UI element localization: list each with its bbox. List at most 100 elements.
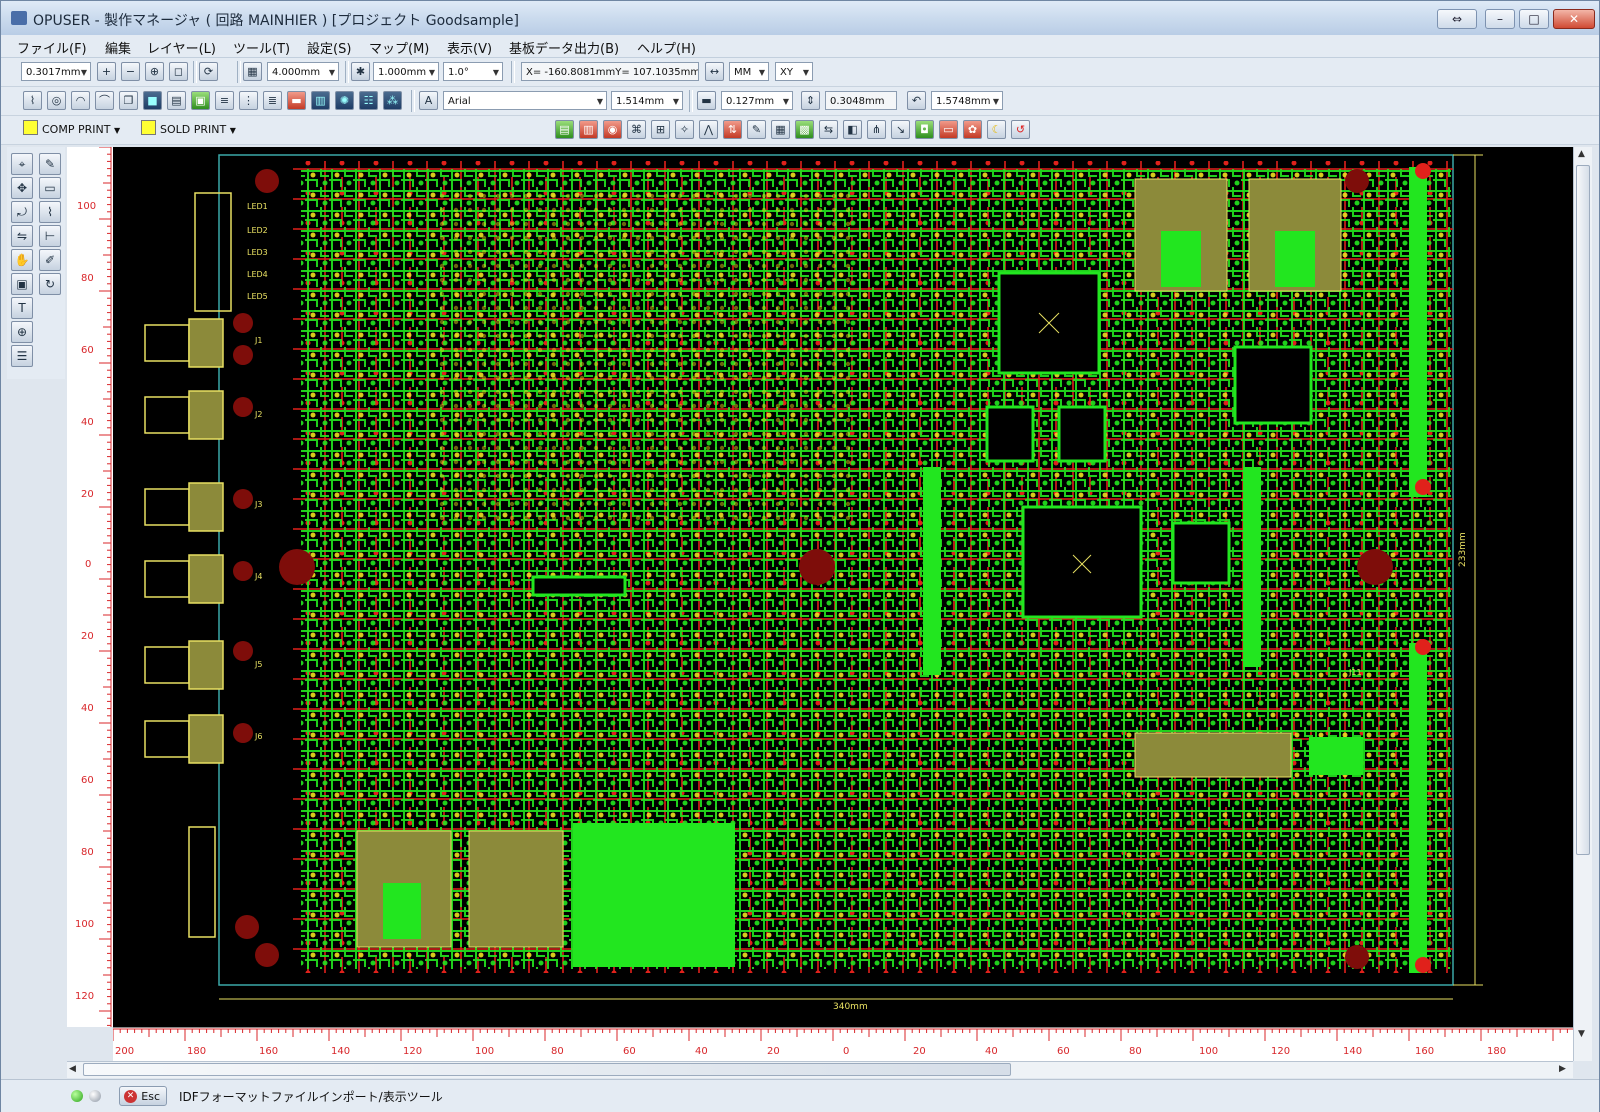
- fill-icon[interactable]: ■: [143, 91, 162, 110]
- layer-tool-icon[interactable]: ▦: [771, 120, 790, 139]
- array-icon[interactable]: ⋮: [239, 91, 258, 110]
- line-width-select[interactable]: 0.127mm ▼: [721, 91, 793, 110]
- menu-settings[interactable]: 設定(S): [307, 38, 351, 57]
- text-size-icon[interactable]: A: [419, 91, 438, 110]
- layer-tool-icon[interactable]: ✎: [747, 120, 766, 139]
- bus-icon[interactable]: ≣: [263, 91, 282, 110]
- escape-button[interactable]: ✕ Esc: [119, 1086, 167, 1106]
- arc-radius-icon[interactable]: ↶: [907, 91, 926, 110]
- via-icon[interactable]: ◎: [47, 91, 66, 110]
- menu-edit[interactable]: 編集: [105, 38, 131, 57]
- align-icon[interactable]: ≡: [215, 91, 234, 110]
- layer-tool-icon[interactable]: ⊞: [651, 120, 670, 139]
- zoom-out-icon[interactable]: −: [121, 62, 140, 81]
- component-icon[interactable]: ▣: [191, 91, 210, 110]
- select-tool-icon[interactable]: ⌖: [11, 153, 33, 175]
- layer-tool-icon[interactable]: ▤: [555, 120, 574, 139]
- mirror-tool-icon[interactable]: ⇋: [11, 225, 33, 247]
- pcb-canvas[interactable]: 340mm 233mm LED1 LED2 LED3 LED4 LED5 J1 …: [113, 147, 1573, 1027]
- measure-icon[interactable]: ↔: [705, 62, 724, 81]
- text-size-select[interactable]: 1.514mm ▼: [611, 91, 683, 110]
- route-icon[interactable]: ⌇: [23, 91, 42, 110]
- layer-color-swatch: [141, 120, 156, 135]
- sold-print-layer-select[interactable]: SOLD PRINT ▼: [141, 120, 236, 139]
- zoom-window-icon[interactable]: ⊕: [145, 62, 164, 81]
- net-icon[interactable]: ☷: [359, 91, 378, 110]
- layer-stack-icon[interactable]: ▥: [311, 91, 330, 110]
- drc-icon[interactable]: ▬: [287, 91, 306, 110]
- axis-select[interactable]: XY ▼: [775, 62, 813, 81]
- zoom-in-icon[interactable]: +: [97, 62, 116, 81]
- rotate-tool-icon[interactable]: ⤾: [11, 201, 33, 223]
- snap-icon[interactable]: ✱: [351, 62, 370, 81]
- folder-tool-icon[interactable]: ▭: [39, 177, 61, 199]
- zoom-fit-icon[interactable]: ◻: [169, 62, 188, 81]
- arc-radius-select[interactable]: 1.5748mm ▼: [931, 91, 1003, 110]
- move-tool-icon[interactable]: ✥: [11, 177, 33, 199]
- layer-tool-icon[interactable]: ◉: [603, 120, 622, 139]
- layer-tool-icon[interactable]: ↺: [1011, 120, 1030, 139]
- line-width-icon[interactable]: ▬: [697, 91, 716, 110]
- pen-tool-icon[interactable]: ✎: [39, 153, 61, 175]
- menu-tools[interactable]: ツール(T): [233, 38, 290, 57]
- grid-size-select[interactable]: 4.000mm ▼: [267, 62, 339, 81]
- scroll-right-icon[interactable]: ▶: [1559, 1064, 1566, 1074]
- horizontal-scroll-thumb[interactable]: [83, 1063, 1011, 1076]
- menu-view[interactable]: 表示(V): [447, 38, 492, 57]
- scroll-up-icon[interactable]: ▲: [1578, 149, 1585, 159]
- text-tool-icon[interactable]: T: [11, 297, 33, 319]
- pcb-layout-view[interactable]: 340mm 233mm LED1 LED2 LED3 LED4 LED5 J1 …: [113, 147, 1573, 1027]
- copy-icon[interactable]: ❐: [119, 91, 138, 110]
- pad-icon[interactable]: ✺: [335, 91, 354, 110]
- layer-tool-icon[interactable]: ▩: [795, 120, 814, 139]
- measure-tool-icon[interactable]: ⊢: [39, 225, 61, 247]
- restore-down-button[interactable]: ⇔: [1437, 9, 1477, 29]
- vertical-scrollbar[interactable]: ▲ ▼: [1573, 147, 1592, 1061]
- clearance-icon[interactable]: ⇕: [801, 91, 820, 110]
- jumper-icon[interactable]: ⌒: [95, 91, 114, 110]
- layer-tool-icon[interactable]: ◧: [843, 120, 862, 139]
- refresh-view-icon[interactable]: ⟳: [199, 62, 218, 81]
- layer-tool-icon[interactable]: ⇅: [723, 120, 742, 139]
- layer-tool-icon[interactable]: ☰: [11, 345, 33, 367]
- layer-tool-icon[interactable]: ☾: [987, 120, 1006, 139]
- grid-icon[interactable]: ▦: [243, 62, 262, 81]
- unit-select[interactable]: MM ▼: [729, 62, 769, 81]
- minimize-button[interactable]: –: [1485, 9, 1515, 29]
- undo-tool-icon[interactable]: ↻: [39, 273, 61, 295]
- menu-layer[interactable]: レイヤー(L): [147, 38, 216, 57]
- layer-tool-icon[interactable]: ⋔: [867, 120, 886, 139]
- font-select[interactable]: Arial ▼: [443, 91, 607, 110]
- layer-tool-icon[interactable]: ✿: [963, 120, 982, 139]
- menu-board-output[interactable]: 基板データ出力(B): [509, 38, 619, 57]
- layer-tool-icon[interactable]: ▭: [939, 120, 958, 139]
- maximize-button[interactable]: □: [1519, 9, 1549, 29]
- snap-size-select[interactable]: 1.000mm ▼: [373, 62, 439, 81]
- zoom-tool-icon[interactable]: ⊕: [11, 321, 33, 343]
- scroll-down-icon[interactable]: ▼: [1578, 1029, 1585, 1039]
- horizontal-scrollbar[interactable]: ◀ ▶: [67, 1061, 1573, 1078]
- menu-file[interactable]: ファイル(F): [17, 38, 87, 57]
- bga-icon[interactable]: ⁂: [383, 91, 402, 110]
- comp-print-layer-select[interactable]: COMP PRINT ▼: [23, 120, 120, 139]
- layer-tool-icon[interactable]: ⇆: [819, 120, 838, 139]
- menu-map[interactable]: マップ(M): [369, 38, 429, 57]
- angle-select[interactable]: 1.0° ▼: [443, 62, 503, 81]
- group-tool-icon[interactable]: ▣: [11, 273, 33, 295]
- scroll-left-icon[interactable]: ◀: [69, 1064, 76, 1074]
- wire-tool-icon[interactable]: ⌇: [39, 201, 61, 223]
- zoom-scale-select[interactable]: 0.3017mm ▼: [21, 62, 91, 81]
- menu-help[interactable]: ヘルプ(H): [637, 38, 696, 57]
- chip-icon[interactable]: ▤: [167, 91, 186, 110]
- layer-tool-icon[interactable]: ◘: [915, 120, 934, 139]
- pan-tool-icon[interactable]: ✋: [11, 249, 33, 271]
- layer-tool-icon[interactable]: ✧: [675, 120, 694, 139]
- close-button[interactable]: ✕: [1553, 9, 1595, 29]
- edit-tool-icon[interactable]: ✐: [39, 249, 61, 271]
- layer-tool-icon[interactable]: ↘: [891, 120, 910, 139]
- arc-icon[interactable]: ◠: [71, 91, 90, 110]
- vertical-scroll-thumb[interactable]: [1576, 165, 1590, 855]
- layer-tool-icon[interactable]: ⌘: [627, 120, 646, 139]
- layer-tool-icon[interactable]: ⋀: [699, 120, 718, 139]
- layer-tool-icon[interactable]: ▥: [579, 120, 598, 139]
